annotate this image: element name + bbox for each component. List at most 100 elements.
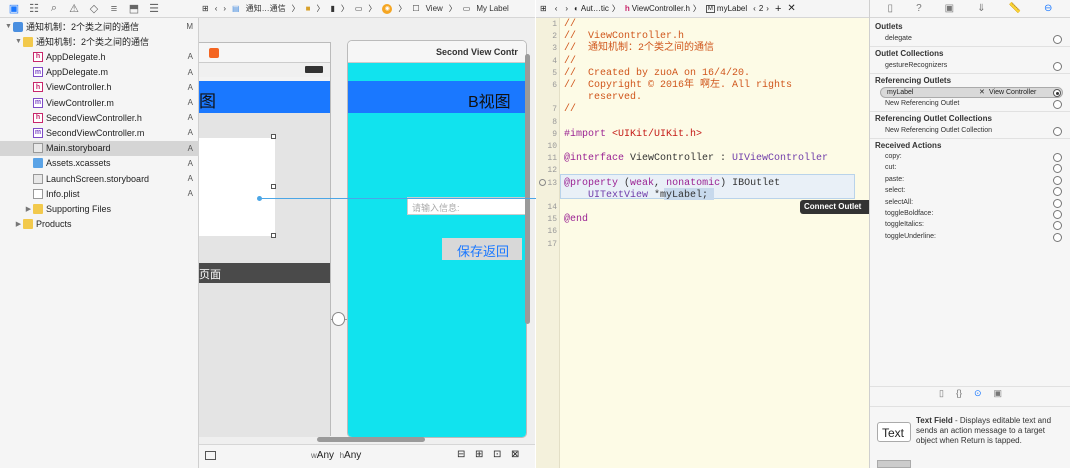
info-text-field[interactable]: 请输入信息: (407, 197, 526, 215)
received-action-circle[interactable] (1053, 210, 1062, 219)
grid-icon[interactable]: ⊞ (540, 4, 547, 13)
received-action-circle[interactable] (1053, 221, 1062, 231)
received-action-circle[interactable] (1053, 153, 1062, 162)
code-line[interactable]: reserved. (536, 92, 869, 104)
remove-connection-icon[interactable]: ✕ (979, 88, 985, 96)
debug-navigator-icon[interactable]: ≡ (104, 3, 124, 15)
new-referencing-outlet-circle[interactable] (1053, 100, 1062, 109)
close-icon[interactable]: ✕ (787, 3, 795, 14)
code-editor[interactable]: 1 // 2 // ViewController.h 3 // 通知机制：2个类之间的通信… (536, 18, 869, 468)
code-line[interactable]: 15 @end (536, 214, 869, 226)
outlet-gesture-circle[interactable] (1053, 62, 1062, 71)
jump-seg-view[interactable]: View (426, 4, 443, 13)
outlet-delegate-circle[interactable] (1053, 35, 1062, 44)
project-navigator-icon[interactable]: ▣ (4, 2, 24, 15)
code-line[interactable]: 9 #import <UIKit/UIKit.h> (536, 129, 869, 141)
code-line[interactable]: 16 (536, 226, 869, 238)
new-referencing-collection-circle[interactable] (1053, 127, 1062, 136)
size-class-control[interactable]: wAny hAny (311, 450, 361, 461)
received-action-circle[interactable] (1053, 164, 1062, 174)
document-outline-icon[interactable] (205, 451, 216, 460)
jump-seg-label[interactable]: My Label (476, 4, 508, 13)
back-icon[interactable]: ‹ (215, 4, 218, 13)
jump-seg-header[interactable]: ViewController.h (632, 4, 690, 13)
attributes-inspector-icon[interactable]: ⇓ (977, 3, 985, 14)
horizontal-scrollbar[interactable] (317, 437, 425, 442)
stack-icon[interactable]: ⊟ (457, 449, 465, 460)
navigator-row[interactable]: Info.plist A (0, 186, 199, 201)
counter-forward-icon[interactable]: › (766, 4, 769, 13)
library-item-text-field[interactable]: Text Text Field - Displays editable text… (870, 410, 1070, 454)
align-icon[interactable]: ⊞ (475, 449, 483, 460)
disclosure-triangle-icon[interactable]: ▶ (14, 220, 23, 228)
navigator-row[interactable]: LaunchScreen.storyboard A (0, 171, 199, 186)
pin-icon[interactable]: ⊡ (493, 449, 501, 460)
code-line[interactable]: 1 // (536, 19, 869, 31)
navigator-row[interactable]: m ViewController.m A (0, 95, 199, 110)
received-action-circle[interactable] (1053, 198, 1062, 208)
navigator-row[interactable]: ▶ Products (0, 217, 199, 232)
code-line[interactable]: 12 (536, 165, 869, 177)
navigator-row[interactable]: Assets.xcassets A (0, 156, 199, 171)
my-label-textview[interactable] (199, 134, 276, 238)
navigator-row[interactable]: Main.storyboard A (0, 140, 199, 156)
back-icon[interactable]: ‹ (555, 4, 558, 13)
find-navigator-icon[interactable]: ⌕ (44, 2, 64, 15)
navigator-row[interactable]: m AppDelegate.m A (0, 65, 199, 80)
forward-icon[interactable]: › (223, 4, 226, 13)
code-line[interactable]: 5 // Created by zuoA on 16/4/20. (536, 68, 869, 80)
jump-seg-file[interactable]: 通知…通信 (246, 3, 286, 14)
code-line[interactable]: 4 // (536, 56, 869, 68)
referencing-outlet-pill[interactable]: myLabel ✕ View Controller (880, 87, 1063, 98)
scene-second-view-controller[interactable]: Second View Contr B视图 请输入信息: 保存返回 (347, 40, 527, 438)
interface-builder-canvas[interactable]: 图 页面 Second View Contr B视图 请输入信息: 保存返回 (199, 18, 535, 450)
resize-handle[interactable] (271, 184, 276, 189)
size-inspector-icon[interactable]: 📏 (1009, 3, 1021, 14)
code-line[interactable]: 17 (536, 239, 869, 251)
file-template-library-icon[interactable]: ▯ (939, 388, 944, 404)
jump-seg-property[interactable]: myLabel (717, 4, 747, 13)
issue-navigator-icon[interactable]: ⚠ (64, 2, 84, 15)
disclosure-triangle-icon[interactable]: ▼ (4, 23, 13, 30)
jump-seg-automatic[interactable]: Aut…tic (581, 4, 609, 13)
navigator-row[interactable]: h AppDelegate.h A (0, 49, 199, 64)
received-action-circle[interactable] (1053, 232, 1062, 242)
save-return-button[interactable]: 保存返回 (442, 238, 522, 260)
forward-icon[interactable]: › (565, 4, 568, 13)
test-navigator-icon[interactable]: ◇ (84, 2, 104, 15)
navigator-row[interactable]: ▼ 通知机制：2个类之间的通信 (0, 34, 199, 49)
code-line[interactable]: 13 @property (weak, nonatomic) IBOutlet (536, 178, 869, 190)
media-library-icon[interactable]: ▣ (994, 388, 1003, 404)
connected-circle[interactable] (1053, 89, 1061, 97)
code-line[interactable]: 8 (536, 117, 869, 129)
code-line[interactable]: 3 // 通知机制：2个类之间的通信 (536, 43, 869, 55)
navigator-row[interactable]: ▼ 通知机制：2个类之间的通信 M (0, 19, 199, 34)
report-navigator-icon[interactable]: ☰ (144, 2, 164, 15)
file-inspector-icon[interactable]: ▯ (888, 3, 894, 14)
code-line[interactable]: 2 // ViewController.h (536, 31, 869, 43)
disclosure-triangle-icon[interactable]: ▶ (24, 205, 33, 213)
code-line[interactable]: 7 // (536, 104, 869, 116)
navigator-row[interactable]: m SecondViewController.m A (0, 125, 199, 140)
code-line[interactable]: 6 // Copyright © 2016年 啊左. All rights (536, 80, 869, 92)
segue-icon[interactable] (332, 312, 345, 326)
scene-view-controller[interactable]: 图 页面 (199, 42, 331, 437)
connections-inspector-icon[interactable]: ⊖ (1044, 3, 1052, 14)
code-line[interactable]: 11 @interface ViewController : UIViewCont… (536, 153, 869, 165)
view-controller-icon[interactable] (209, 48, 219, 58)
disclosure-triangle-icon[interactable]: ▼ (14, 38, 23, 45)
identity-inspector-icon[interactable]: ▣ (945, 3, 954, 14)
vertical-scrollbar[interactable] (525, 54, 530, 324)
navigator-row[interactable]: ▶ Supporting Files (0, 201, 199, 216)
resize-handle[interactable] (271, 134, 276, 139)
code-snippet-library-icon[interactable]: {} (956, 388, 962, 404)
code-line[interactable]: 10 (536, 141, 869, 153)
symbol-navigator-icon[interactable]: ☷ (24, 2, 44, 15)
received-action-circle[interactable] (1053, 187, 1062, 197)
quick-help-icon[interactable]: ? (916, 3, 922, 14)
object-library-icon[interactable]: ⊙ (974, 388, 982, 404)
navigator-row[interactable]: h ViewController.h A (0, 80, 199, 95)
add-editor-icon[interactable]: + (775, 3, 781, 15)
resolve-icon[interactable]: ⊠ (511, 449, 519, 460)
breakpoint-navigator-icon[interactable]: ⬒ (124, 2, 144, 15)
